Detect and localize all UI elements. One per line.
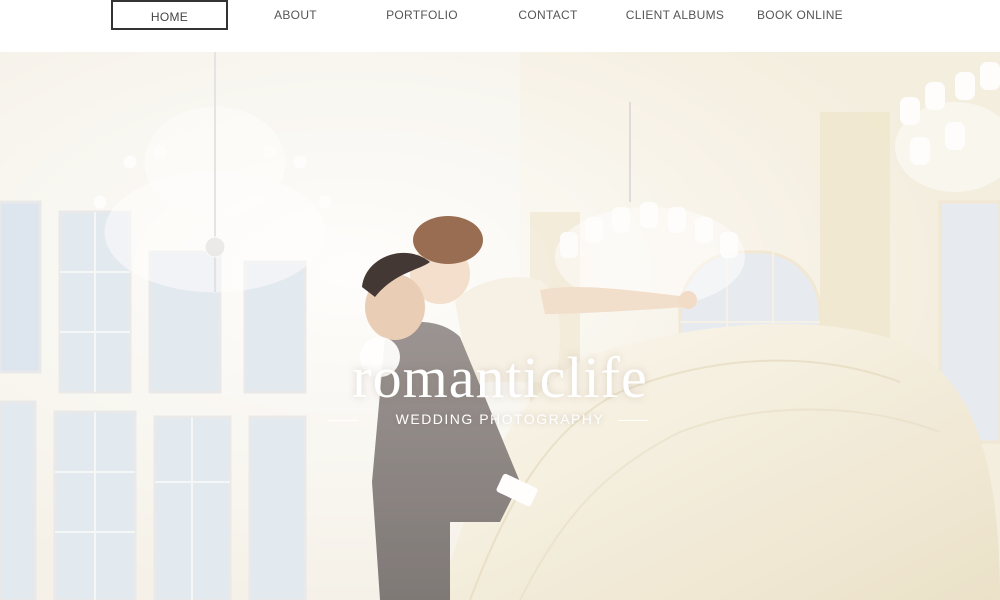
nav-contact[interactable]: CONTACT xyxy=(500,0,596,30)
nav-about[interactable]: ABOUT xyxy=(248,0,343,30)
tagline-rule-right xyxy=(618,420,648,421)
tagline: WEDDING PHOTOGRAPHY xyxy=(395,411,605,427)
hero-banner: romanticlife WEDDING PHOTOGRAPHY xyxy=(0,52,1000,600)
nav-portfolio[interactable]: PORTFOLIO xyxy=(368,0,476,30)
nav-client-albums[interactable]: CLIENT ALBUMS xyxy=(618,0,732,30)
nav-home[interactable]: HOME xyxy=(111,0,228,30)
brand-title: romanticlife xyxy=(352,345,648,410)
tagline-block: WEDDING PHOTOGRAPHY xyxy=(0,411,1000,431)
hero-photo xyxy=(0,52,1000,600)
top-navigation: HOME ABOUT PORTFOLIO CONTACT CLIENT ALBU… xyxy=(0,0,1000,52)
nav-book-online[interactable]: BOOK ONLINE xyxy=(750,0,850,30)
